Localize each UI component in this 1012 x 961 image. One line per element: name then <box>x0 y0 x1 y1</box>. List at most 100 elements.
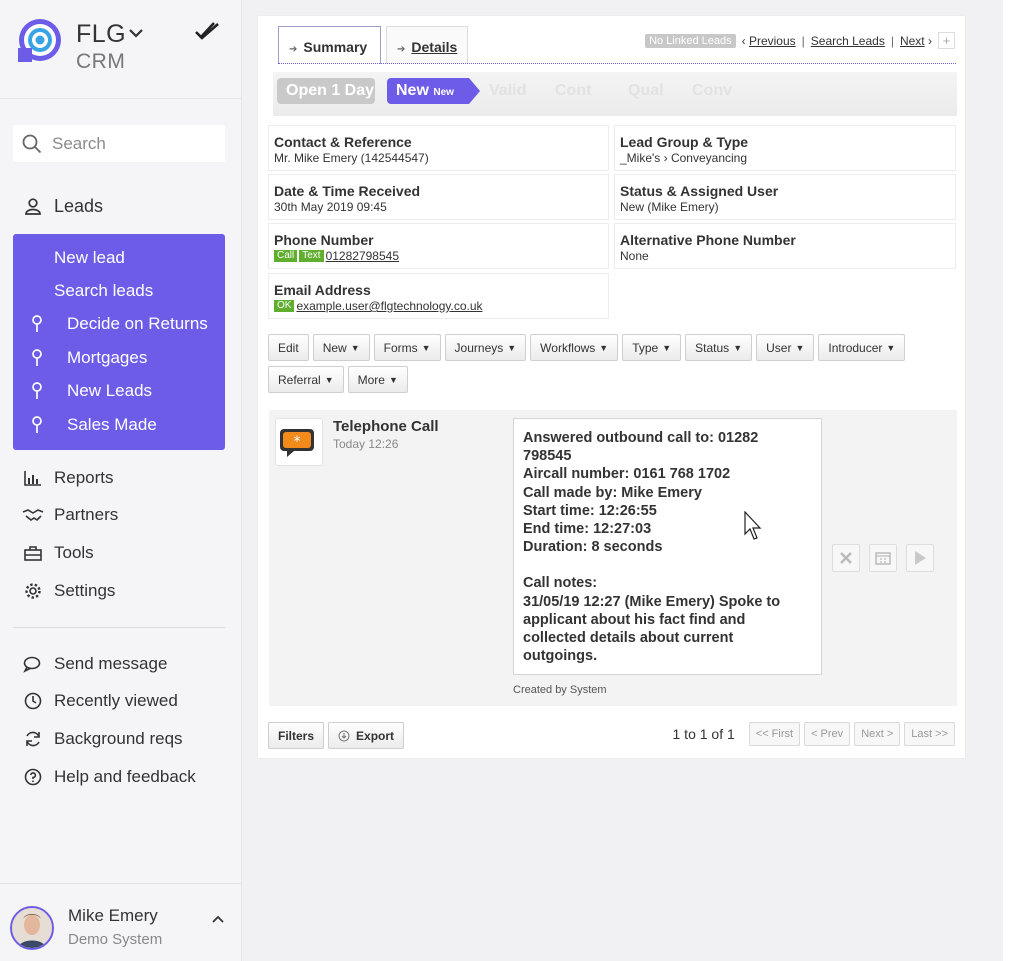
field-label: Phone Number <box>274 232 374 248</box>
user-system: Demo System <box>68 931 163 948</box>
submenu-mortgages[interactable]: Mortgages <box>26 345 147 371</box>
submenu-label: New Leads <box>67 381 153 400</box>
arrow-right-icon: ➔ <box>397 44 406 55</box>
search-placeholder: Search <box>52 134 106 153</box>
introducer-dropdown[interactable]: Introducer ▼ <box>818 334 906 361</box>
stage-valid[interactable]: Valid <box>480 78 526 104</box>
phone-link[interactable]: 01282798545 <box>326 249 399 263</box>
sidebar-item-recently-viewed[interactable]: Recently viewed <box>22 687 178 715</box>
chevron-right-icon: › <box>924 33 932 48</box>
referral-dropdown[interactable]: Referral ▼ <box>268 366 344 393</box>
email-link[interactable]: example.user@flgtechnology.co.uk <box>296 299 482 313</box>
user-menu[interactable]: Mike Emery Demo System <box>10 904 232 952</box>
separator: | <box>890 33 894 48</box>
field-status: Status & Assigned User New (Mike Emery) <box>614 174 956 220</box>
caret-down-icon: ▼ <box>507 342 517 353</box>
edit-button[interactable]: Edit <box>268 334 309 361</box>
caret-down-icon: ▼ <box>662 342 672 353</box>
field-value: None <box>620 249 649 263</box>
brand[interactable]: FLG CRM <box>18 18 228 80</box>
field-phone: Phone Number Call Text 01282798545 <box>268 223 609 269</box>
timeline-entry: * Telephone Call Today 12:26 Answered ou… <box>269 410 957 706</box>
button-label: Type <box>632 340 659 355</box>
status-dropdown[interactable]: Status ▼ <box>685 334 753 361</box>
submenu-search-leads[interactable]: Search leads <box>54 278 153 304</box>
call-note: Answered outbound call to: 01282 798545 … <box>513 418 822 675</box>
search-input[interactable]: Search <box>13 125 225 162</box>
chevron-down-icon[interactable] <box>128 26 144 44</box>
sidebar-item-send-message[interactable]: Send message <box>22 650 167 678</box>
stage-cont[interactable]: Cont <box>546 78 591 104</box>
stage-new[interactable]: New New <box>387 78 480 104</box>
journeys-dropdown[interactable]: Journeys ▼ <box>444 334 527 361</box>
separator: | <box>801 33 805 48</box>
next-link[interactable]: Next <box>900 34 925 48</box>
submenu-label: New lead <box>54 248 125 267</box>
stage-open[interactable]: Open 1 Day <box>277 78 375 104</box>
first-page-button[interactable]: << First <box>748 722 801 746</box>
export-button[interactable]: Export <box>328 722 405 749</box>
brand-sub: CRM <box>76 50 126 73</box>
caret-down-icon: ▼ <box>324 374 334 385</box>
phone-call-icon: * <box>275 418 323 466</box>
chevron-up-icon[interactable] <box>212 910 224 926</box>
note-line: Start time: 12:26:55 <box>523 502 657 519</box>
footer-actions: Filters Export <box>268 722 408 749</box>
sidebar-item-settings[interactable]: Settings <box>22 577 115 605</box>
stage-conv[interactable]: Conv <box>683 78 732 104</box>
button-label: New <box>322 340 347 355</box>
play-icon[interactable] <box>906 544 934 572</box>
created-by: Created by System <box>513 684 607 696</box>
next-page-button[interactable]: Next > <box>854 722 901 746</box>
user-icon <box>22 195 44 217</box>
double-check-icon[interactable] <box>194 20 220 42</box>
sidebar-item-partners[interactable]: Partners <box>22 501 118 529</box>
text-badge[interactable]: Text <box>299 250 324 262</box>
search-leads-link[interactable]: Search Leads <box>811 34 885 48</box>
more-dropdown[interactable]: More ▼ <box>347 366 408 393</box>
add-icon[interactable]: + <box>938 32 955 49</box>
sidebar: FLG CRM Search Leads New lead Search lea… <box>0 0 242 961</box>
button-label: Export <box>356 728 395 743</box>
sidebar-item-leads[interactable]: Leads <box>22 192 103 220</box>
user-dropdown[interactable]: User ▼ <box>756 334 815 361</box>
sidebar-item-reports[interactable]: Reports <box>22 464 114 492</box>
note-line: Answered outbound call to: 01282 <box>523 430 759 446</box>
arrow-right-icon: ➔ <box>289 44 298 55</box>
last-page-button[interactable]: Last >> <box>904 722 955 746</box>
stage-qual[interactable]: Qual <box>619 78 664 104</box>
no-linked-leads-badge: No Linked Leads <box>645 33 736 48</box>
field-email: Email Address OK example.user@flgtechnol… <box>268 273 609 319</box>
forms-dropdown[interactable]: Forms ▼ <box>373 334 441 361</box>
field-contact: Contact & Reference Mr. Mike Emery (1425… <box>268 125 609 171</box>
delete-icon[interactable] <box>832 544 860 572</box>
submenu-label: Decide on Returns <box>67 314 208 333</box>
new-dropdown[interactable]: New ▼ <box>312 334 370 361</box>
field-label: Email Address <box>274 282 371 298</box>
sidebar-item-tools[interactable]: Tools <box>22 539 94 567</box>
button-label: Forms <box>383 340 418 355</box>
submenu-new-lead[interactable]: New lead <box>54 245 125 271</box>
filters-button[interactable]: Filters <box>268 722 325 749</box>
pin-icon <box>26 347 48 369</box>
submenu-label: Mortgages <box>67 348 148 367</box>
sidebar-item-label: Leads <box>54 195 104 216</box>
note-line: Duration: 8 seconds <box>523 539 663 556</box>
calendar-icon[interactable] <box>869 544 897 572</box>
call-badge[interactable]: Call <box>274 250 298 262</box>
tab-summary[interactable]: ➔ Summary <box>278 26 381 64</box>
type-dropdown[interactable]: Type ▼ <box>622 334 682 361</box>
sidebar-item-help[interactable]: Help and feedback <box>22 763 196 791</box>
prev-page-button[interactable]: < Prev <box>804 722 851 746</box>
submenu-decide-on-returns[interactable]: Decide on Returns <box>26 311 208 337</box>
chat-icon <box>22 653 44 675</box>
sidebar-item-label: Reports <box>54 468 114 487</box>
tab-details[interactable]: ➔ Details <box>386 26 468 64</box>
submenu-sales-made[interactable]: Sales Made <box>26 412 157 438</box>
note-line: Aircall number: 0161 768 1702 <box>523 466 731 483</box>
previous-link[interactable]: Previous <box>749 34 796 48</box>
submenu-new-leads[interactable]: New Leads <box>26 378 152 404</box>
field-value: 30th May 2019 09:45 <box>274 200 387 214</box>
sidebar-item-background-reqs[interactable]: Background reqs <box>22 725 183 753</box>
workflows-dropdown[interactable]: Workflows ▼ <box>530 334 619 361</box>
